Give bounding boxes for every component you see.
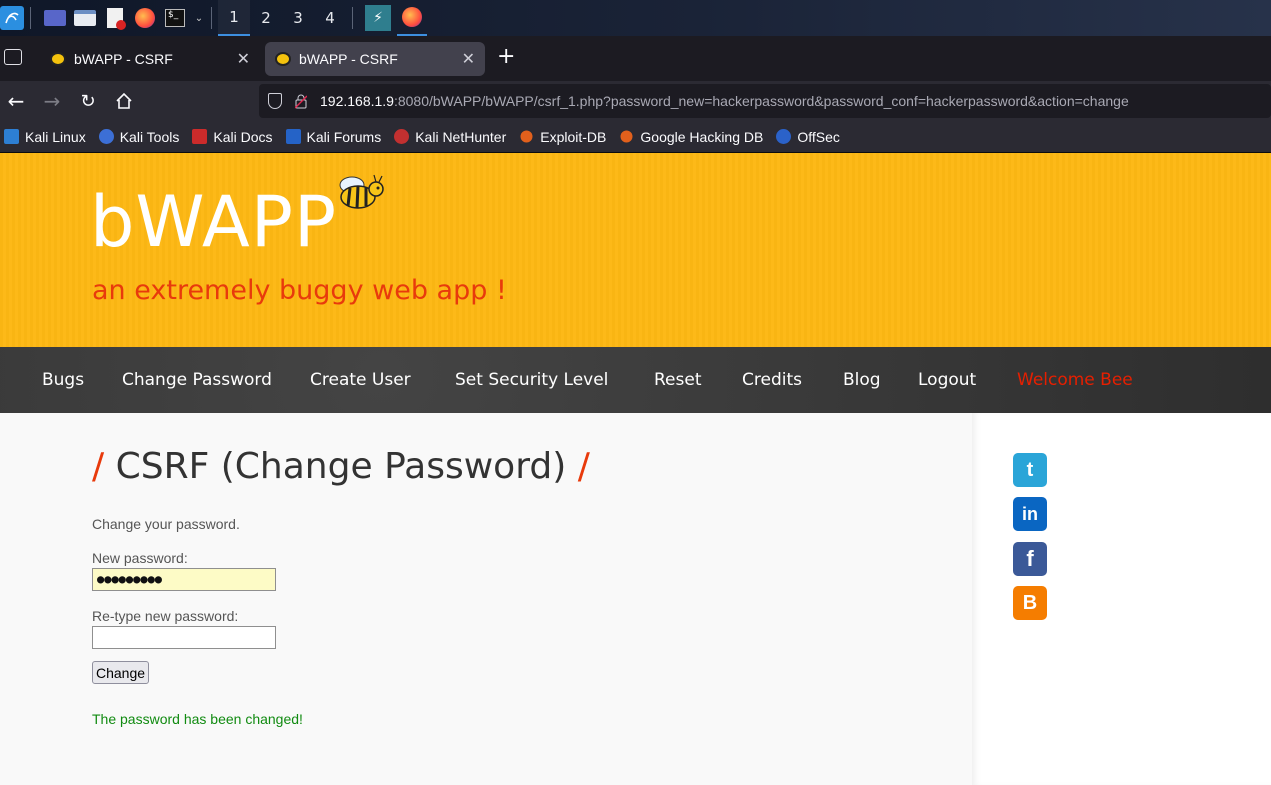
bookmark-kali-linux[interactable]: Kali Linux: [4, 129, 86, 145]
kali-menu-icon[interactable]: [0, 6, 24, 30]
close-tab-icon[interactable]: ✕: [462, 49, 475, 69]
bookmark-kali-forums[interactable]: Kali Forums: [285, 128, 382, 145]
success-message: The password has been changed!: [92, 711, 303, 727]
show-desktop-icon[interactable]: [43, 6, 67, 30]
main-content: / CSRF (Change Password) / Change your p…: [0, 413, 972, 785]
text-editor-icon[interactable]: [103, 6, 127, 30]
tab-title: bWAPP - CSRF: [299, 51, 398, 67]
bookmark-google-hacking-db[interactable]: Google Hacking DB: [619, 129, 763, 145]
bookmark-kali-docs[interactable]: Kali Docs: [192, 128, 273, 145]
bookmark-label: Exploit-DB: [540, 128, 607, 145]
menu-bugs[interactable]: Bugs: [42, 370, 84, 390]
menu-create-user[interactable]: Create User: [310, 370, 411, 390]
retype-password-input[interactable]: [92, 626, 276, 649]
offsec-icon: [776, 129, 792, 144]
reload-icon[interactable]: ↻: [76, 89, 100, 113]
tab-title: bWAPP - CSRF: [74, 51, 173, 67]
site-logo[interactable]: bWAPP: [90, 181, 337, 263]
bee-favicon-icon: [50, 52, 66, 66]
bookmark-offsec[interactable]: OffSec: [776, 129, 840, 145]
tab-csrf-1[interactable]: bWAPP - CSRF ✕: [40, 42, 260, 76]
workspace-4[interactable]: 4: [314, 0, 346, 36]
bookmark-label: OffSec: [797, 128, 840, 145]
home-icon[interactable]: [112, 89, 136, 113]
kali-docs-icon: [192, 129, 208, 144]
menu-credits[interactable]: Credits: [742, 370, 802, 390]
taskbar-separator: [352, 7, 353, 29]
social-sidebar: t in f B: [972, 413, 1271, 785]
os-taskbar: $_ ⌄ 1 2 3 4 ⚡: [0, 0, 1271, 36]
file-manager-icon[interactable]: [73, 6, 97, 30]
exploit-db-icon: [520, 130, 533, 143]
bookmark-label: Kali Tools: [119, 128, 180, 145]
taskbar-separator: [211, 7, 212, 29]
kali-forums-icon: [285, 129, 301, 144]
bee-favicon-icon: [275, 52, 291, 66]
menu-set-security-level[interactable]: Set Security Level: [455, 370, 608, 390]
title-slash-left: /: [92, 446, 105, 487]
bee-logo-icon: [339, 174, 384, 209]
firefox-launcher-icon[interactable]: [133, 6, 157, 30]
bookmark-label: Kali Docs: [213, 128, 273, 145]
tab-csrf-2[interactable]: bWAPP - CSRF ✕: [265, 42, 485, 76]
menu-change-password[interactable]: Change Password: [122, 370, 272, 390]
bookmark-label: Kali Linux: [25, 128, 86, 145]
title-slash-right: /: [577, 446, 590, 487]
bookmark-label: Google Hacking DB: [640, 128, 764, 145]
menu-logout[interactable]: Logout: [918, 370, 976, 390]
main-menu: Bugs Change Password Create User Set Sec…: [0, 347, 1271, 413]
tab-list-icon[interactable]: [4, 49, 22, 65]
menu-blog[interactable]: Blog: [843, 370, 881, 390]
bookmark-kali-tools[interactable]: Kali Tools: [98, 128, 180, 145]
new-password-input[interactable]: ●●●●●●●●●: [92, 568, 276, 591]
bookmark-label: Kali Forums: [306, 128, 382, 145]
linkedin-icon[interactable]: in: [1013, 497, 1047, 531]
kali-tools-icon: [98, 129, 114, 144]
facebook-icon[interactable]: f: [1013, 542, 1047, 576]
back-arrow-icon[interactable]: ←: [4, 89, 28, 113]
title-text: CSRF (Change Password): [115, 446, 567, 487]
workspace-1[interactable]: 1: [218, 0, 250, 36]
ghdb-icon: [620, 130, 633, 143]
workspace-3[interactable]: 3: [282, 0, 314, 36]
terminal-icon[interactable]: $_: [163, 6, 187, 30]
bookmark-kali-nethunter[interactable]: Kali NetHunter: [394, 129, 506, 145]
blogger-icon[interactable]: B: [1013, 586, 1047, 620]
url-text[interactable]: 192.168.1.9:8080/bWAPP/bWAPP/csrf_1.php?…: [320, 93, 1129, 109]
url-bar[interactable]: 192.168.1.9:8080/bWAPP/bWAPP/csrf_1.php?…: [259, 84, 1271, 118]
retype-password-label: Re-type new password:: [92, 608, 239, 624]
intro-text: Change your password.: [92, 516, 240, 532]
site-tagline: an extremely buggy web app !: [92, 275, 507, 306]
browser-nav-bar: ← → ↻ 192.168.1.9:8080/bWAPP/bWAPP/csrf_…: [0, 81, 1271, 121]
kali-dragon-icon: [4, 129, 19, 144]
browser-tab-bar: bWAPP - CSRF ✕ bWAPP - CSRF ✕ +: [0, 36, 1271, 81]
new-tab-icon[interactable]: +: [497, 46, 515, 68]
new-password-label: New password:: [92, 550, 188, 566]
chevron-down-icon[interactable]: ⌄: [193, 6, 205, 30]
bookmarks-toolbar: Kali Linux Kali Tools Kali Docs Kali For…: [0, 121, 1271, 153]
menu-reset[interactable]: Reset: [654, 370, 702, 390]
welcome-user: Welcome Bee: [1017, 370, 1133, 390]
insecure-lock-icon[interactable]: [294, 94, 308, 109]
taskbar-separator: [30, 7, 31, 29]
workspace-2[interactable]: 2: [250, 0, 282, 36]
url-host: 192.168.1.9: [320, 93, 394, 109]
page-title: / CSRF (Change Password) /: [92, 446, 590, 487]
change-button[interactable]: Change: [92, 661, 149, 684]
close-tab-icon[interactable]: ✕: [237, 49, 250, 69]
web-page: bWAPP an extremely buggy web app ! Bugs …: [0, 153, 1271, 785]
url-path: :8080/bWAPP/bWAPP/csrf_1.php?password_ne…: [393, 93, 1129, 109]
forward-arrow-icon[interactable]: →: [40, 89, 64, 113]
firefox-window-icon[interactable]: [397, 0, 427, 36]
nethunter-icon: [394, 129, 410, 144]
app-lightning-icon[interactable]: ⚡: [365, 5, 391, 31]
twitter-icon[interactable]: t: [1013, 453, 1047, 487]
bookmark-exploit-db[interactable]: Exploit-DB: [519, 129, 606, 145]
tracking-shield-icon[interactable]: [268, 93, 282, 109]
bookmark-label: Kali NetHunter: [415, 128, 507, 145]
site-header: bWAPP an extremely buggy web app !: [0, 153, 1271, 347]
